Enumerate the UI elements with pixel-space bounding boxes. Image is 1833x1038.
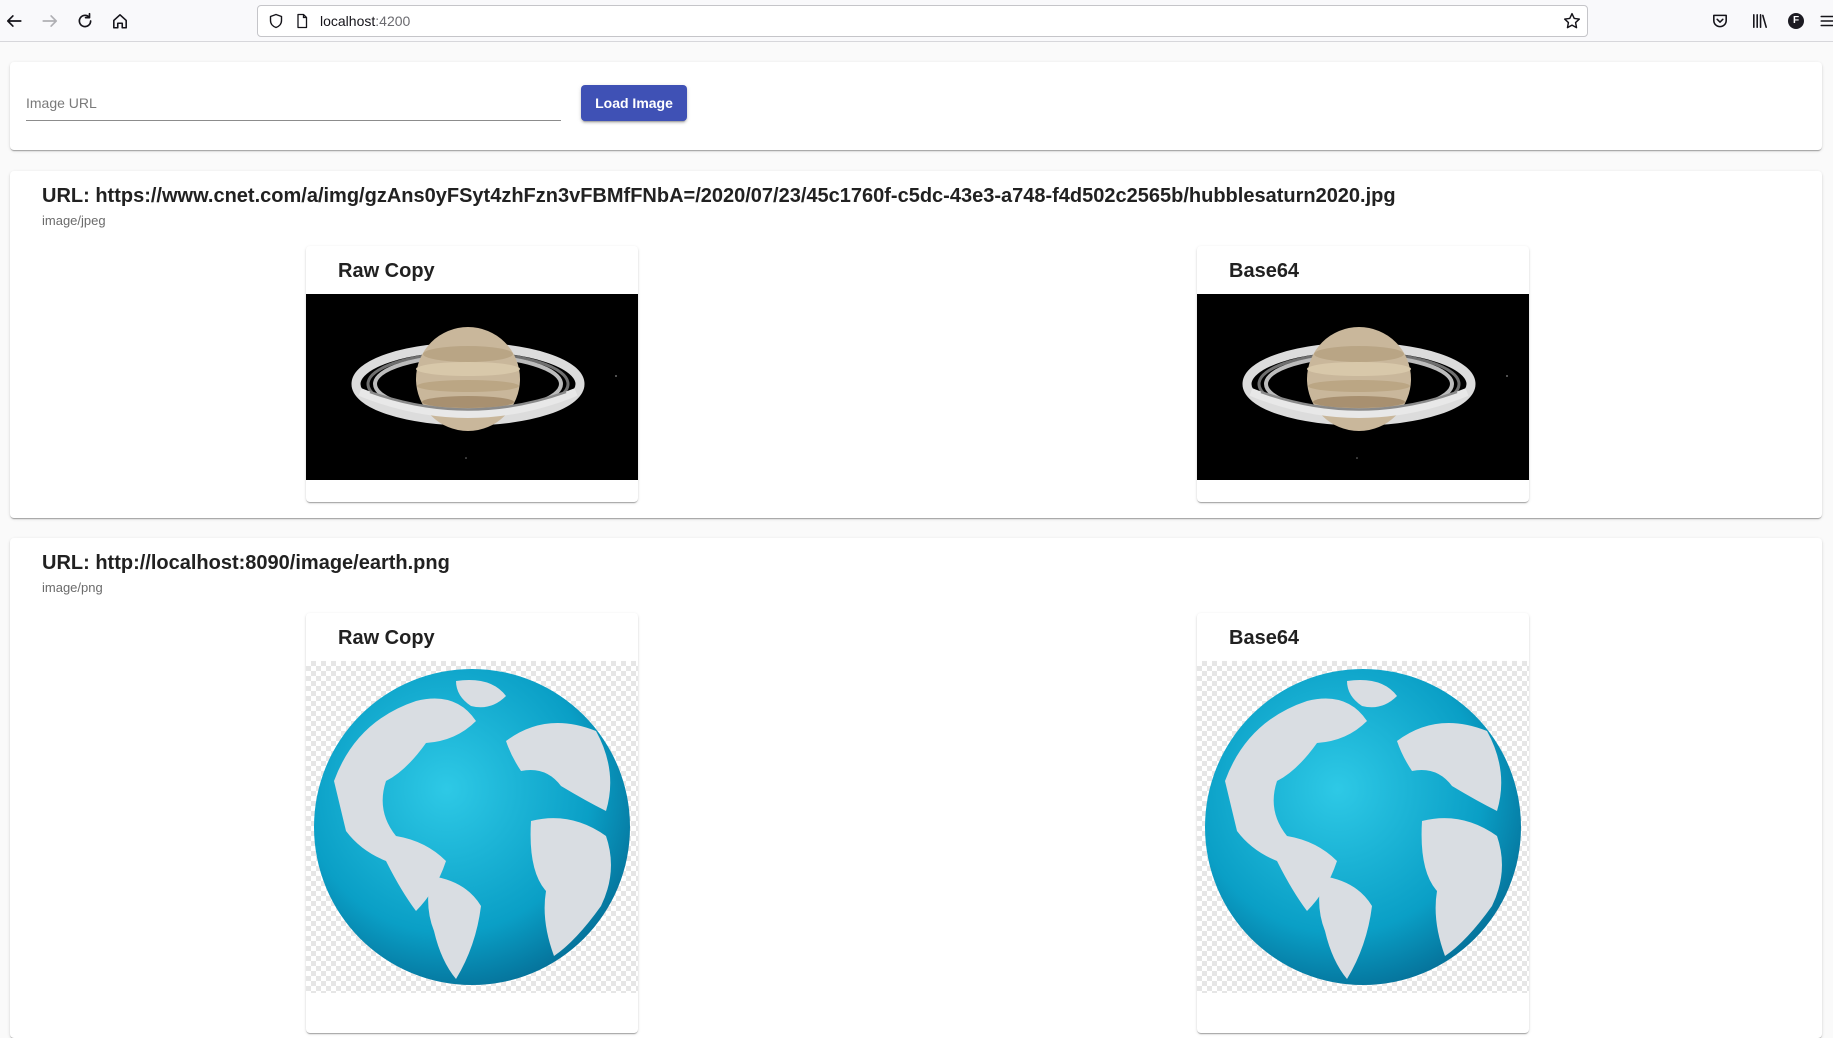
pocket-icon[interactable] [1710,11,1730,31]
result-url: URL: https://www.cnet.com/a/img/gzAns0yF… [42,185,1396,207]
browser-toolbar: localhost:4200 F [0,0,1833,42]
result-mime-type: image/jpeg [42,213,106,228]
url-text[interactable]: localhost:4200 [320,13,410,29]
saturn-image [1197,294,1529,480]
address-bar[interactable]: localhost:4200 [257,5,1588,37]
load-image-form: Load Image [10,62,1822,150]
earth-image [1197,661,1529,993]
home-icon[interactable] [108,9,132,33]
base64-card: Base64 [1197,613,1529,1033]
saturn-image [306,294,638,480]
tracking-shield-icon[interactable] [268,13,284,29]
result-mime-type: image/png [42,580,103,595]
image-result-card: URL: http://localhost:8090/image/earth.p… [10,538,1822,1038]
library-icon[interactable] [1750,11,1770,31]
base64-title: Base64 [1229,627,1300,649]
image-url-field[interactable] [26,88,561,121]
raw-copy-card: Raw Copy [306,246,638,502]
hamburger-menu-icon[interactable] [1818,11,1833,31]
forward-arrow-icon[interactable] [38,9,62,33]
earth-image [306,661,638,993]
reload-icon[interactable] [73,9,97,33]
page-info-icon[interactable] [294,13,310,29]
url-port: :4200 [375,13,411,29]
back-arrow-icon[interactable] [2,9,26,33]
image-url-input[interactable] [26,92,561,114]
load-image-button[interactable]: Load Image [581,85,687,121]
raw-copy-card: Raw Copy [306,613,638,1033]
account-initial: F [1788,13,1804,29]
result-url: URL: http://localhost:8090/image/earth.p… [42,552,450,574]
account-avatar[interactable]: F [1786,11,1806,31]
image-result-card: URL: https://www.cnet.com/a/img/gzAns0yF… [10,171,1822,518]
bookmark-star-icon[interactable] [1563,12,1581,30]
base64-card: Base64 [1197,246,1529,502]
raw-copy-title: Raw Copy [338,260,435,282]
raw-copy-title: Raw Copy [338,627,435,649]
base64-title: Base64 [1229,260,1300,282]
url-host: localhost [320,13,376,29]
